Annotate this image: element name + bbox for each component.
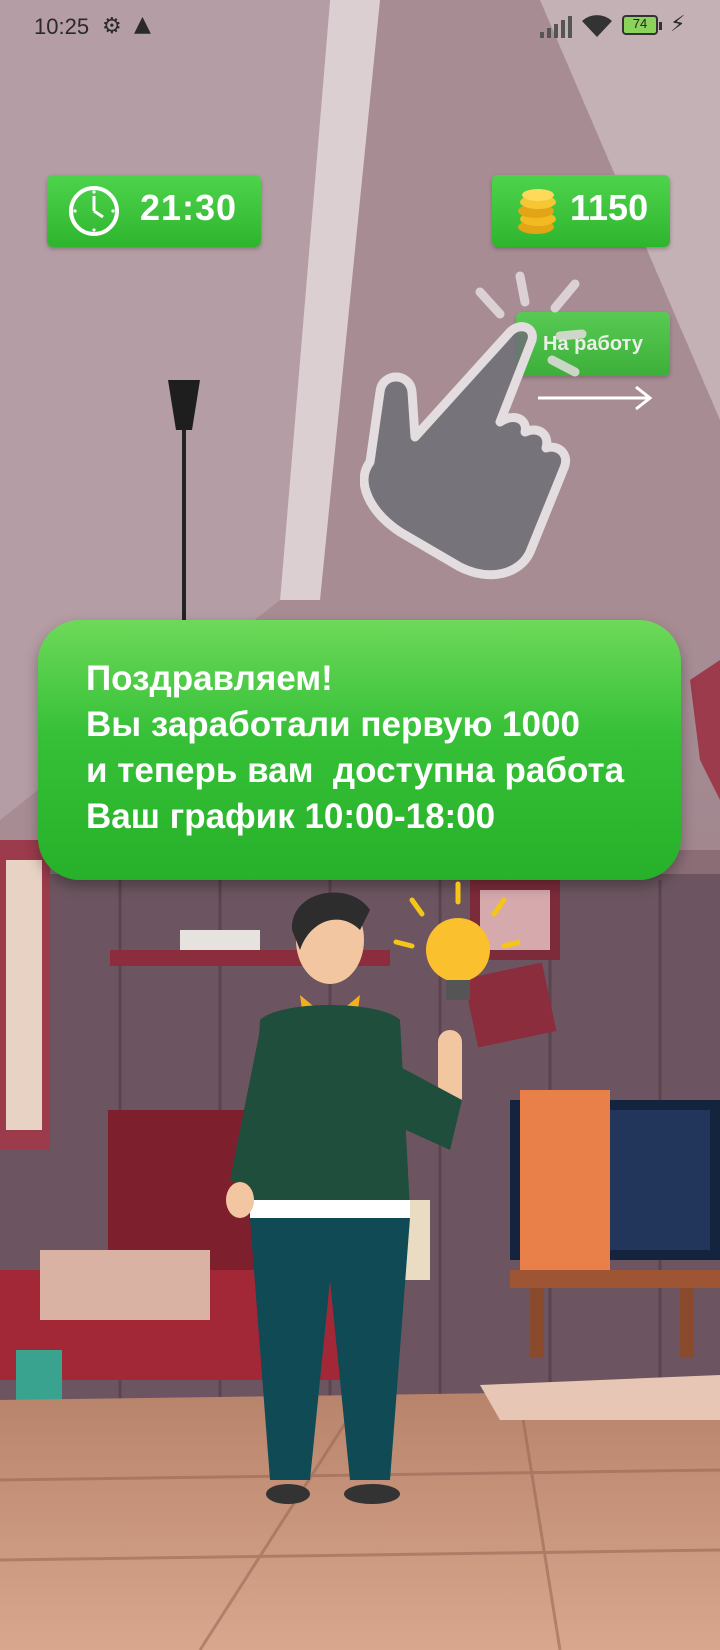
coins-icon xyxy=(518,189,556,234)
game-time-display: 21:30 xyxy=(47,175,261,247)
battery-level: 74 xyxy=(632,16,648,31)
charging-icon: ⚡ xyxy=(670,12,686,37)
clock-icon xyxy=(69,186,119,236)
character-with-lightbulb xyxy=(226,881,520,1504)
warning-icon: ▲ xyxy=(134,12,151,37)
tap-hand-hint-icon xyxy=(360,271,587,580)
congratulation-text: Поздравляем! Вы заработали первую 1000 и… xyxy=(86,659,625,836)
game-time-value: 21:30 xyxy=(140,187,238,228)
wifi-icon xyxy=(582,15,612,37)
status-time: 10:25 xyxy=(34,14,90,39)
arrow-right-icon xyxy=(538,385,653,411)
coins-value: 1150 xyxy=(570,187,649,228)
settings-gear-icon: ⚙ xyxy=(102,14,122,39)
congratulation-message: Поздравляем! Вы заработали первую 1000 и… xyxy=(38,620,681,880)
status-bar: 10:25 ⚙ ▲ 74 ⚡ xyxy=(0,0,720,56)
coins-display: 1150 xyxy=(492,175,670,247)
signal-icon xyxy=(540,16,572,38)
battery-icon: 74 xyxy=(622,15,662,35)
